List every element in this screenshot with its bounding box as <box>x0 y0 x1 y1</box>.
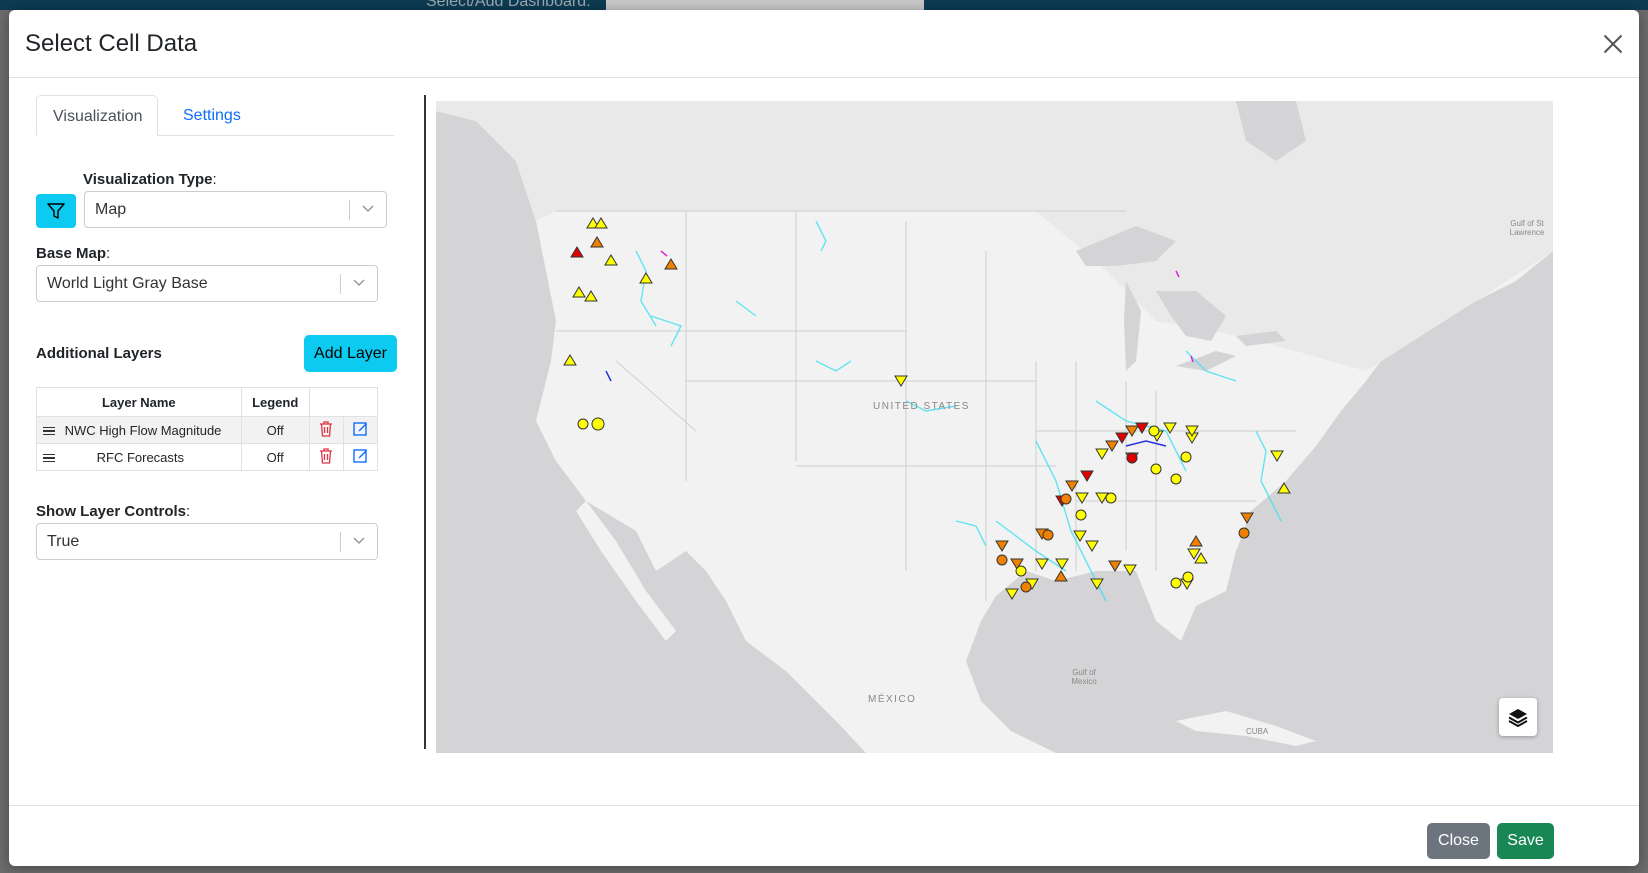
additional-layers-heading: Additional Layers <box>36 345 162 362</box>
chevron-down-icon <box>353 537 365 545</box>
visualization-type-value: Map <box>95 201 127 218</box>
modal-title: Select Cell Data <box>25 30 198 57</box>
column-header-actions <box>308 387 379 417</box>
chevron-down-icon <box>362 205 374 213</box>
column-header-layer-name: Layer Name <box>36 387 242 417</box>
add-layer-button[interactable]: Add Layer <box>304 335 397 372</box>
show-layer-controls-label: Show Layer Controls: <box>36 503 191 520</box>
tab-bar: Visualization Settings <box>36 95 394 136</box>
select-separator <box>340 274 341 294</box>
show-layer-controls-value: True <box>47 533 80 550</box>
map-label-gulf-st-lawrence: Gulf of St Lawrence <box>1509 219 1545 237</box>
show-layer-controls-select[interactable]: True <box>36 523 378 560</box>
layer-name-cell: NWC High Flow Magnitude <box>36 416 242 444</box>
map-label-gulf: Gulf of Mexico <box>1071 668 1097 686</box>
chevron-down-icon <box>353 279 365 287</box>
edit-cell <box>342 443 379 471</box>
delete-cell <box>308 443 344 471</box>
filter-button[interactable] <box>36 194 76 228</box>
map-canvas <box>436 101 1553 753</box>
layer-control-button[interactable] <box>1499 698 1537 736</box>
visualization-type-label: Visualization Type: <box>83 171 217 188</box>
edit-icon[interactable] <box>353 448 368 463</box>
layers-table-header: Layer Name Legend <box>36 387 379 417</box>
close-icon[interactable] <box>1599 30 1627 58</box>
map-label-united-states: UNITED STATES <box>873 401 970 412</box>
modal-header: Select Cell Data <box>9 10 1639 78</box>
layer-legend: Off <box>240 416 310 444</box>
edit-cell <box>342 416 379 444</box>
layer-name-cell: RFC Forecasts <box>36 443 242 471</box>
visualization-type-select[interactable]: Map <box>84 191 387 228</box>
filter-icon <box>47 203 65 219</box>
settings-panel: Visualization Settings Visualization Typ… <box>36 95 397 749</box>
layer-name: RFC Forecasts <box>96 449 185 465</box>
select-cell-data-modal: Select Cell Data Visualization Settings … <box>9 10 1639 866</box>
tab-visualization[interactable]: Visualization <box>36 95 158 136</box>
map-label-cuba: CUBA <box>1246 727 1269 736</box>
map-label-mexico: MÉXICO <box>868 694 917 705</box>
tab-settings[interactable]: Settings <box>167 95 257 136</box>
layers-table: Layer Name Legend NWC High Flow Magnitud… <box>36 387 379 471</box>
column-header-legend: Legend <box>240 387 310 417</box>
map-preview[interactable]: UNITED STATES MÉXICO Gulf of Mexico CUBA… <box>436 101 1553 753</box>
base-map-select[interactable]: World Light Gray Base <box>36 265 378 302</box>
panel-divider <box>424 95 426 749</box>
close-button[interactable]: Close <box>1427 823 1490 859</box>
drag-handle-icon[interactable] <box>43 452 55 465</box>
table-row: RFC Forecasts Off <box>36 443 379 471</box>
layer-legend: Off <box>240 443 310 471</box>
layers-icon <box>1508 709 1528 728</box>
drag-handle-icon[interactable] <box>43 425 55 438</box>
delete-cell <box>308 416 344 444</box>
base-map-label: Base Map: <box>36 245 111 262</box>
table-row: NWC High Flow Magnitude Off <box>36 416 379 444</box>
modal-footer: Close Save <box>9 805 1639 866</box>
trash-icon[interactable] <box>319 447 333 464</box>
trash-icon[interactable] <box>319 420 333 437</box>
save-button[interactable]: Save <box>1497 823 1554 859</box>
select-separator <box>349 200 350 220</box>
background-dashboard-select <box>606 0 924 10</box>
edit-icon[interactable] <box>353 421 368 436</box>
background-app-topbar: Select/Add Dashboard: <box>0 0 1648 10</box>
modal-body: Visualization Settings Visualization Typ… <box>9 79 1639 805</box>
base-map-value: World Light Gray Base <box>47 275 208 292</box>
layer-name: NWC High Flow Magnitude <box>64 422 222 438</box>
select-separator <box>340 532 341 552</box>
